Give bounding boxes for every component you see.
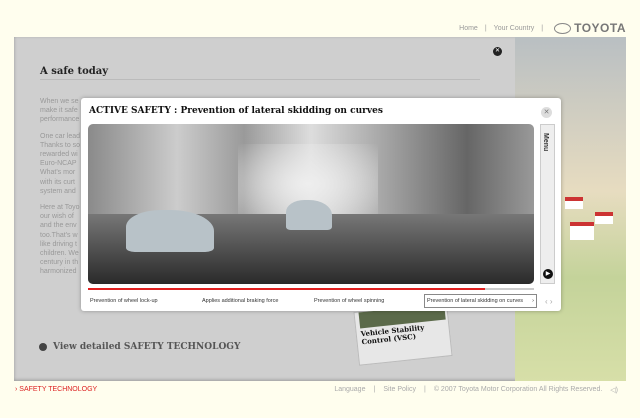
modal-title: ACTIVE SAFETY : Prevention of lateral sk… bbox=[89, 106, 383, 116]
breadcrumb[interactable]: › SAFETY TECHNOLOGY bbox=[15, 386, 97, 393]
arrow-right-icon[interactable]: ▶ bbox=[543, 269, 553, 279]
copyright: © 2007 Toyota Motor Corporation All Righ… bbox=[433, 386, 603, 393]
prev-arrow-icon[interactable]: ‹ bbox=[545, 297, 548, 306]
house-image bbox=[565, 197, 583, 209]
car-image bbox=[286, 200, 332, 230]
tab-lateral-skidding[interactable]: Prevention of lateral skidding on curves… bbox=[424, 294, 537, 308]
house-image bbox=[595, 212, 613, 224]
divider bbox=[40, 79, 480, 80]
toyota-logo[interactable]: TOYOTA bbox=[554, 21, 626, 35]
menu-panel[interactable]: Menu ▶ bbox=[540, 124, 555, 284]
tab-braking-force[interactable]: Applies additional braking force bbox=[200, 295, 312, 307]
site-policy-link[interactable]: Site Policy bbox=[383, 386, 416, 394]
tab-wheel-lock-up[interactable]: Prevention of wheel lock-up bbox=[88, 295, 200, 307]
modal-close-button[interactable]: ✕ bbox=[541, 107, 552, 118]
progress-fill bbox=[88, 288, 485, 290]
progress-bar[interactable] bbox=[88, 288, 534, 290]
next-arrow-icon[interactable]: › bbox=[550, 297, 553, 306]
modal-dialog: ACTIVE SAFETY : Prevention of lateral sk… bbox=[81, 98, 561, 311]
country-link[interactable]: Your Country bbox=[494, 25, 535, 32]
home-link[interactable]: Home bbox=[459, 25, 478, 32]
bullet-icon bbox=[39, 343, 47, 351]
house-image bbox=[570, 222, 594, 240]
tab-wheel-spinning[interactable]: Prevention of wheel spinning bbox=[312, 295, 424, 307]
toyota-emblem-icon bbox=[554, 22, 572, 34]
chapter-tabs: Prevention of wheel lock-up Applies addi… bbox=[88, 294, 558, 308]
sound-icon[interactable]: ◁) bbox=[610, 386, 618, 394]
close-icon[interactable]: ✕ bbox=[493, 47, 502, 56]
chevron-right-icon: › bbox=[532, 298, 534, 304]
vsc-card[interactable]: Vehicle Stability Control (VSC) bbox=[353, 302, 453, 366]
animation-player[interactable] bbox=[88, 124, 534, 284]
page-title: A safe today bbox=[40, 66, 109, 77]
top-nav: Home | Your Country | TOYOTA bbox=[459, 21, 626, 35]
language-link[interactable]: Language bbox=[334, 386, 365, 394]
detail-link[interactable]: View detailed SAFETY TECHNOLOGY bbox=[39, 342, 240, 352]
car-image bbox=[126, 210, 214, 252]
